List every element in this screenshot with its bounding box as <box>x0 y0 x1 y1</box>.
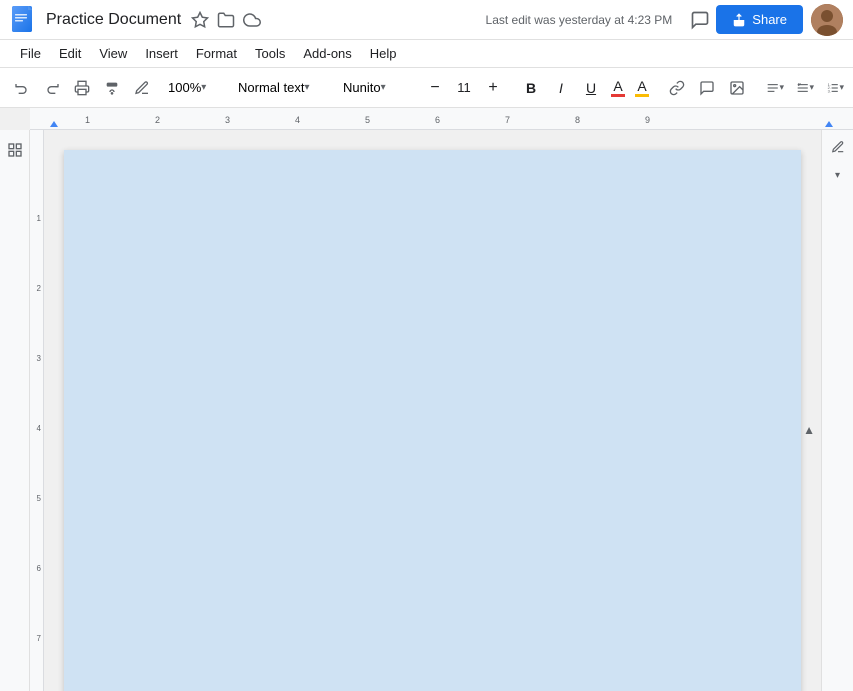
font-size-wrap: − + <box>421 74 507 102</box>
underline-button[interactable]: U <box>577 74 605 102</box>
ruler-mark-6: 6 <box>435 115 440 125</box>
font-dropdown-arrow: ▾ <box>381 82 386 93</box>
style-value: Normal text <box>238 80 304 95</box>
main-area: 1 2 3 4 5 6 7 ▾ ▲ <box>0 130 853 691</box>
page-nav-button[interactable] <box>3 138 27 165</box>
numbered-list-button[interactable]: 1.2.3. ▾ <box>821 74 849 102</box>
menu-format[interactable]: Format <box>188 43 245 64</box>
avatar[interactable] <box>811 4 843 36</box>
zoom-select-wrap[interactable]: 100% ▾ <box>166 80 226 95</box>
folder-button[interactable] <box>213 7 239 33</box>
ruler: 1 2 3 4 5 6 7 8 9 <box>30 108 853 130</box>
last-edit-label: Last edit was yesterday at 4:23 PM <box>486 13 673 27</box>
bold-button[interactable]: B <box>517 74 545 102</box>
left-ruler-mark-3: 3 <box>37 355 41 363</box>
comment-button[interactable] <box>684 4 716 36</box>
menu-addons[interactable]: Add-ons <box>295 43 359 64</box>
cloud-button[interactable] <box>239 7 265 33</box>
ruler-mark-8: 8 <box>575 115 580 125</box>
increase-font-button[interactable]: + <box>479 74 507 102</box>
image-button[interactable] <box>723 74 751 102</box>
ruler-tab-right[interactable] <box>825 119 833 127</box>
title-bar: Practice Document Last edit was yesterda… <box>0 0 853 40</box>
star-button[interactable] <box>187 7 213 33</box>
font-size-input[interactable] <box>450 80 478 95</box>
menu-view[interactable]: View <box>91 43 135 64</box>
zoom-dropdown-arrow: ▾ <box>201 82 206 93</box>
left-ruler: 1 2 3 4 5 6 7 <box>30 130 44 691</box>
toolbar: 100% ▾ Normal text ▾ Nunito ▾ − + B I U … <box>0 68 853 108</box>
share-icon <box>732 13 746 27</box>
highlight-color-indicator <box>635 94 649 97</box>
spellcheck-button[interactable] <box>128 74 156 102</box>
comment-insert-button[interactable] <box>693 74 721 102</box>
document-page[interactable] <box>64 150 801 691</box>
menu-help[interactable]: Help <box>362 43 405 64</box>
menu-edit[interactable]: Edit <box>51 43 89 64</box>
svg-text:3.: 3. <box>828 88 831 93</box>
line-spacing-button[interactable]: ▾ <box>791 74 819 102</box>
left-ruler-mark-4: 4 <box>37 425 41 433</box>
menu-tools[interactable]: Tools <box>247 43 293 64</box>
highlight-color-button[interactable]: A <box>631 76 653 99</box>
left-ruler-mark-2: 2 <box>37 285 41 293</box>
ruler-mark-7: 7 <box>505 115 510 125</box>
ruler-mark-2: 2 <box>155 115 160 125</box>
collapse-button[interactable]: ▲ <box>799 419 819 441</box>
font-value: Nunito <box>343 80 381 95</box>
edit-toolbar: ▾ <box>821 130 853 691</box>
paint-format-button[interactable] <box>98 74 126 102</box>
zoom-value: 100% <box>168 80 201 95</box>
print-button[interactable] <box>68 74 96 102</box>
edit-mode-dropdown[interactable]: ▾ <box>825 162 851 188</box>
menu-file[interactable]: File <box>12 43 49 64</box>
decrease-font-button[interactable]: − <box>421 74 449 102</box>
ruler-mark-4: 4 <box>295 115 300 125</box>
ruler-tab-left[interactable] <box>50 119 58 127</box>
text-color-indicator <box>611 94 625 97</box>
align-button[interactable]: ▾ <box>761 74 789 102</box>
document-area[interactable] <box>44 130 821 691</box>
ruler-content: 1 2 3 4 5 6 7 8 9 <box>30 108 853 127</box>
docs-icon <box>10 6 38 34</box>
pencil-edit-button[interactable] <box>825 134 851 160</box>
document-title: Practice Document <box>46 11 181 29</box>
left-sidebar <box>0 130 30 691</box>
italic-button[interactable]: I <box>547 74 575 102</box>
text-color-button[interactable]: A <box>607 76 629 99</box>
style-select-wrap[interactable]: Normal text ▾ <box>236 80 331 95</box>
menu-insert[interactable]: Insert <box>137 43 186 64</box>
left-ruler-mark-6: 6 <box>37 565 41 573</box>
share-button[interactable]: Share <box>716 5 803 34</box>
ruler-mark-1: 1 <box>85 115 90 125</box>
menu-bar: File Edit View Insert Format Tools Add-o… <box>0 40 853 68</box>
link-button[interactable] <box>663 74 691 102</box>
left-ruler-mark-5: 5 <box>37 495 41 503</box>
ruler-mark-3: 3 <box>225 115 230 125</box>
ruler-mark-5: 5 <box>365 115 370 125</box>
left-ruler-mark-7: 7 <box>37 635 41 643</box>
undo-button[interactable] <box>8 74 36 102</box>
redo-button[interactable] <box>38 74 66 102</box>
ruler-mark-9: 9 <box>645 115 650 125</box>
left-ruler-mark-1: 1 <box>37 215 41 223</box>
font-select-wrap[interactable]: Nunito ▾ <box>341 80 411 95</box>
style-dropdown-arrow: ▾ <box>304 82 309 93</box>
